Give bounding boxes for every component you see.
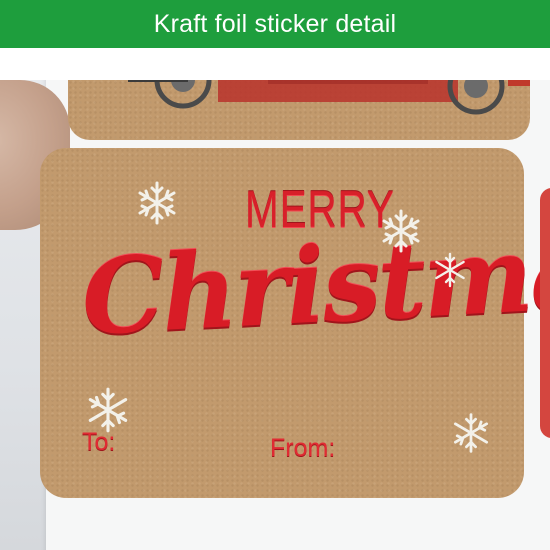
main-sticker: MERRY Christmas To: From: bbox=[40, 148, 550, 498]
banner-title: Kraft foil sticker detail bbox=[153, 9, 397, 38]
caption-banner: Kraft foil sticker detail bbox=[0, 0, 550, 48]
snowflake-icon bbox=[88, 387, 128, 433]
snowflake-icon bbox=[382, 209, 420, 253]
image-frame: Kraft foil sticker detail MERRY Christma… bbox=[0, 0, 550, 550]
snowflake-icon bbox=[138, 181, 176, 225]
truck-illustration bbox=[128, 80, 530, 115]
snowflake-icon bbox=[453, 413, 489, 453]
spacer bbox=[0, 48, 550, 80]
product-photo: MERRY Christmas To: From: bbox=[0, 80, 550, 550]
christmas-script: Christmas bbox=[78, 206, 550, 359]
snowflake-icon bbox=[435, 252, 465, 288]
adjacent-red-sticker bbox=[540, 188, 550, 438]
from-label: From: bbox=[270, 434, 336, 462]
top-sticker bbox=[68, 80, 530, 140]
